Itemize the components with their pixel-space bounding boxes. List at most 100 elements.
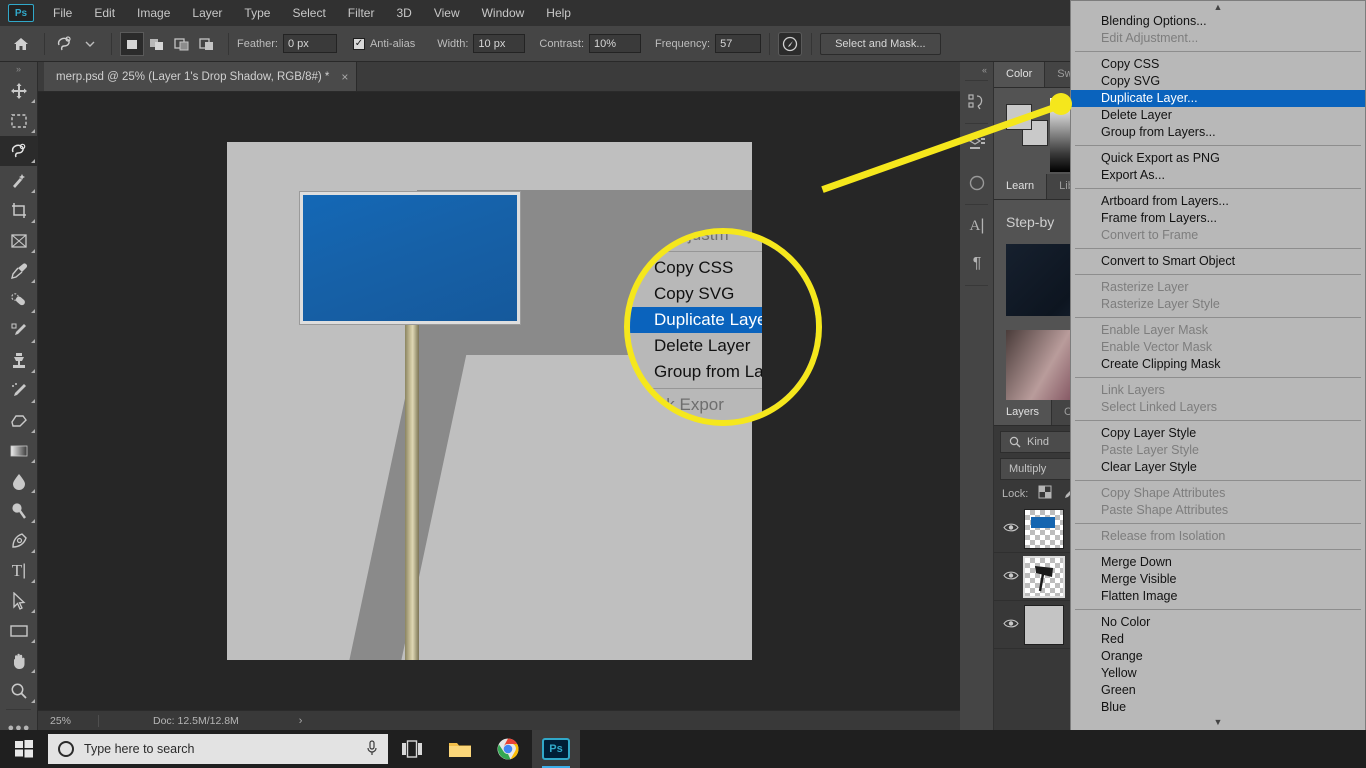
menu-item-quick-export-as-png[interactable]: Quick Export as PNG [1071, 150, 1365, 167]
menu-item-flatten-image[interactable]: Flatten Image [1071, 588, 1365, 605]
tool-frame[interactable] [0, 226, 38, 256]
menu-item-duplicate-layer[interactable]: Duplicate Layer... [1071, 90, 1365, 107]
tool-eraser[interactable] [0, 406, 38, 436]
tab-color[interactable]: Color [994, 62, 1046, 87]
tool-zoom[interactable] [0, 676, 38, 706]
search-input[interactable]: Type here to search [48, 734, 388, 764]
menu-item-yellow[interactable]: Yellow [1071, 665, 1365, 682]
chevron-down-icon[interactable] [78, 32, 102, 56]
tool-type[interactable]: T | [0, 556, 38, 586]
tool-dodge[interactable] [0, 496, 38, 526]
status-expand-icon[interactable]: › [299, 715, 303, 727]
menu-scroll-down-icon[interactable]: ▼ [1071, 716, 1365, 728]
tool-history-brush[interactable] [0, 376, 38, 406]
menu-help[interactable]: Help [535, 2, 582, 24]
tool-brush[interactable] [0, 316, 38, 346]
menu-type[interactable]: Type [233, 2, 281, 24]
close-icon[interactable]: × [341, 70, 348, 84]
menu-select[interactable]: Select [281, 2, 336, 24]
layer-thumbnail[interactable] [1023, 555, 1065, 598]
tool-move[interactable] [0, 76, 38, 106]
toolbar-expand-icon[interactable]: » [0, 62, 37, 76]
history-panel-icon[interactable] [960, 83, 994, 121]
file-explorer-icon[interactable] [436, 730, 484, 768]
tool-crop[interactable] [0, 196, 38, 226]
menu-item-copy-css[interactable]: Copy CSS [1071, 56, 1365, 73]
menu-item-merge-down[interactable]: Merge Down [1071, 554, 1365, 571]
width-input[interactable]: 10 px [473, 34, 526, 53]
tab-learn[interactable]: Learn [994, 174, 1048, 199]
home-icon[interactable] [6, 31, 36, 57]
lock-transparent-pixels-icon[interactable] [1038, 485, 1052, 502]
menu-layer[interactable]: Layer [181, 2, 233, 24]
menu-item-orange[interactable]: Orange [1071, 648, 1365, 665]
menu-item-clear-layer-style[interactable]: Clear Layer Style [1071, 459, 1365, 476]
menu-view[interactable]: View [423, 2, 471, 24]
menu-item-merge-visible[interactable]: Merge Visible [1071, 571, 1365, 588]
new-selection-button[interactable] [120, 31, 144, 56]
menu-image[interactable]: Image [126, 2, 181, 24]
lasso-tool-preset-icon[interactable] [53, 32, 77, 56]
adjustments-panel-icon[interactable] [960, 164, 994, 202]
tool-lasso[interactable] [0, 136, 38, 166]
tab-layers[interactable]: Layers [994, 400, 1053, 425]
pen-pressure-icon[interactable] [778, 31, 803, 56]
menu-edit[interactable]: Edit [83, 2, 126, 24]
menu-scroll-up-icon[interactable]: ▲ [1071, 1, 1365, 13]
menu-item-green[interactable]: Green [1071, 682, 1365, 699]
tool-hand[interactable] [0, 646, 38, 676]
document-tab[interactable]: merp.psd @ 25% (Layer 1's Drop Shadow, R… [44, 62, 358, 91]
menu-item-delete-layer[interactable]: Delete Layer [1071, 107, 1365, 124]
tool-eyedropper[interactable] [0, 256, 38, 286]
menu-file[interactable]: File [42, 2, 83, 24]
menu-item-blending-options[interactable]: Blending Options... [1071, 13, 1365, 30]
tool-pen[interactable] [0, 526, 38, 556]
windows-start-icon[interactable] [0, 730, 48, 768]
select-and-mask-button[interactable]: Select and Mask... [820, 32, 941, 55]
anti-alias-checkbox[interactable]: ✓ Anti-alias [352, 37, 415, 50]
character-panel-icon[interactable]: A | [960, 207, 994, 245]
feather-input[interactable]: 0 px [282, 34, 337, 53]
intersect-selection-button[interactable] [195, 32, 219, 56]
photoshop-taskbar-icon[interactable]: Ps [532, 730, 580, 768]
layer-thumbnail[interactable] [1024, 508, 1064, 549]
tool-rectangular-marquee[interactable] [0, 106, 38, 136]
menu-item-create-clipping-mask[interactable]: Create Clipping Mask [1071, 356, 1365, 373]
menu-item-convert-to-smart-object[interactable]: Convert to Smart Object [1071, 253, 1365, 270]
menu-item-copy-layer-style[interactable]: Copy Layer Style [1071, 425, 1365, 442]
layer-thumbnail[interactable] [1024, 604, 1064, 645]
layer-context-menu[interactable]: ▲ Blending Options... Edit Adjustment... C… [1070, 0, 1366, 758]
menu-item-artboard-from-layers[interactable]: Artboard from Layers... [1071, 193, 1365, 210]
subtract-from-selection-button[interactable] [170, 32, 194, 56]
add-to-selection-button[interactable] [145, 32, 169, 56]
menu-item-copy-svg[interactable]: Copy SVG [1071, 73, 1365, 90]
task-view-icon[interactable] [388, 730, 436, 768]
contrast-input[interactable]: 10% [589, 34, 642, 53]
menu-3d[interactable]: 3D [385, 2, 422, 24]
menu-window[interactable]: Window [471, 2, 536, 24]
canvas-area[interactable] [38, 92, 960, 710]
tool-path-selection[interactable] [0, 586, 38, 616]
menu-item-group-from-layers[interactable]: Group from Layers... [1071, 124, 1365, 141]
menu-item-frame-from-layers[interactable]: Frame from Layers... [1071, 210, 1365, 227]
menu-item-export-as[interactable]: Export As... [1071, 167, 1365, 184]
tool-gradient[interactable] [0, 436, 38, 466]
menu-filter[interactable]: Filter [337, 2, 386, 24]
layer-visibility-icon[interactable] [998, 522, 1024, 536]
paragraph-panel-icon[interactable]: ¶ [960, 245, 994, 283]
zoom-level[interactable]: 25% [38, 715, 98, 727]
frequency-input[interactable]: 57 [715, 34, 762, 53]
layer-visibility-icon[interactable] [998, 570, 1024, 584]
microphone-icon[interactable] [366, 739, 378, 759]
menu-item-no-color[interactable]: No Color [1071, 614, 1365, 631]
layer-visibility-icon[interactable] [998, 618, 1024, 632]
menu-item-blue[interactable]: Blue [1071, 699, 1365, 716]
tool-blur[interactable] [0, 466, 38, 496]
tool-clone-stamp[interactable] [0, 346, 38, 376]
tool-quick-selection[interactable] [0, 166, 38, 196]
google-chrome-icon[interactable] [484, 730, 532, 768]
tool-spot-healing-brush[interactable] [0, 286, 38, 316]
collapse-panels-icon[interactable]: « [960, 62, 993, 78]
tool-rectangle[interactable] [0, 616, 38, 646]
menu-item-red[interactable]: Red [1071, 631, 1365, 648]
